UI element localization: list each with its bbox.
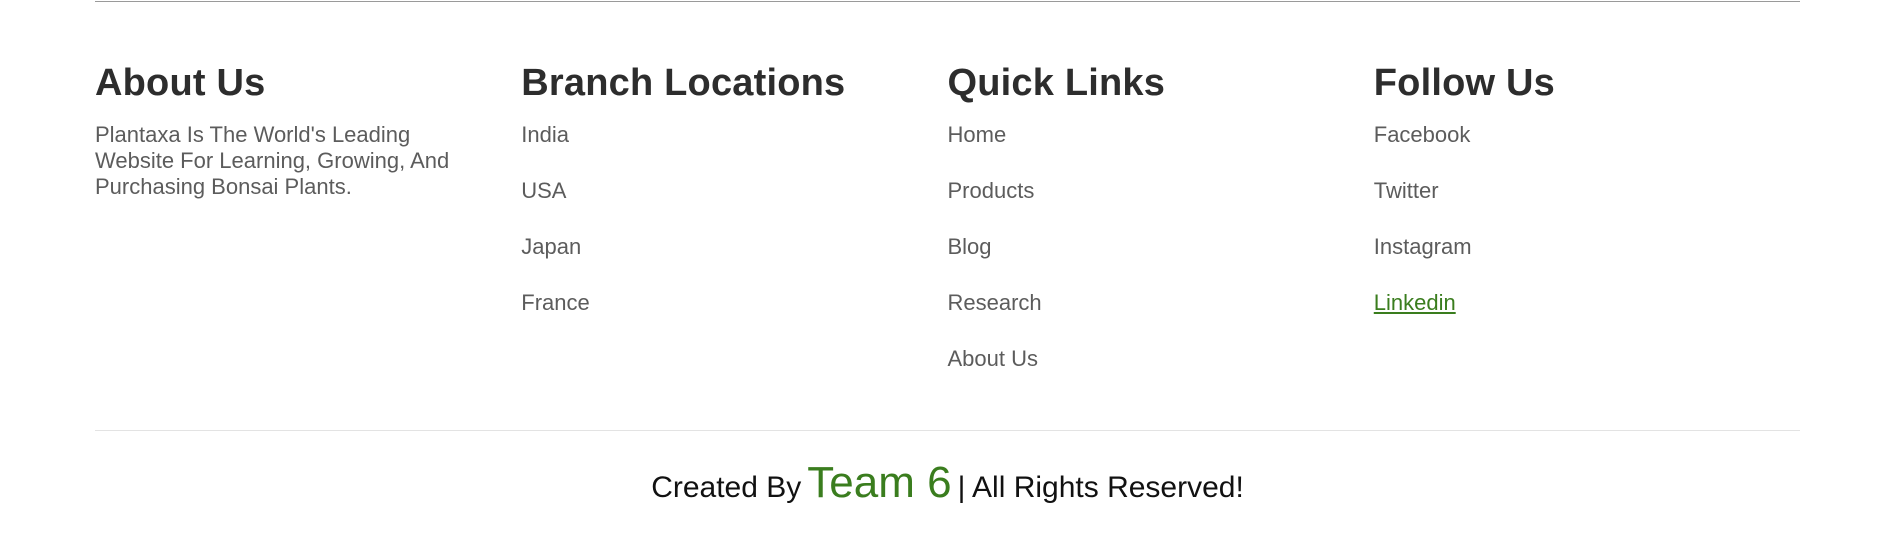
social-link-twitter[interactable]: Twitter [1374,178,1439,203]
quick-link-blog[interactable]: Blog [948,234,992,259]
list-item: Instagram [1374,234,1800,290]
list-item: India [521,122,947,178]
list-item: Linkedin [1374,290,1800,346]
about-heading: About Us [95,62,266,104]
quick-link-products[interactable]: Products [948,178,1035,203]
social-link-instagram[interactable]: Instagram [1374,234,1472,259]
quick-link-research[interactable]: Research [948,290,1042,315]
list-item: Japan [521,234,947,290]
list-item: Blog [948,234,1374,290]
social-link-linkedin[interactable]: Linkedin [1374,290,1456,315]
quick-links-list: Home Products Blog Research About Us [948,122,1374,402]
follow-us-heading: Follow Us [1373,62,1555,104]
list-item: France [521,290,947,346]
about-description: Plantaxa Is The World's Leading Website … [95,122,450,199]
social-links-list: Facebook Twitter Instagram Linkedin [1374,122,1800,346]
quick-links-heading: Quick Links [947,62,1166,104]
follow-us-column: Follow Us Facebook Twitter Instagram Lin… [1374,58,1800,402]
branch-locations-list: India USA Japan France [521,122,947,346]
credit-prefix: Created By [651,471,802,504]
team-name: Team 6 [807,458,952,507]
branch-link-france[interactable]: France [521,290,589,315]
list-item: USA [521,178,947,234]
branch-locations-column: Branch Locations India USA Japan France [521,58,947,402]
branch-locations-heading: Branch Locations [521,62,846,104]
list-item: Twitter [1374,178,1800,234]
quick-link-about-us[interactable]: About Us [948,346,1039,371]
list-item: Facebook [1374,122,1800,178]
credit-suffix: | All Rights Reserved! [957,471,1244,504]
branch-link-usa[interactable]: USA [521,178,566,203]
quick-links-column: Quick Links Home Products Blog Research … [948,58,1374,402]
branch-link-japan[interactable]: Japan [521,234,581,259]
about-column: About Us Plantaxa Is The World's Leading… [95,58,521,402]
footer-divider [95,430,1800,431]
list-item: Products [948,178,1374,234]
list-item: Home [948,122,1374,178]
site-footer: About Us Plantaxa Is The World's Leading… [95,0,1800,546]
branch-link-india[interactable]: India [521,122,569,147]
social-link-facebook[interactable]: Facebook [1374,122,1471,147]
list-item: Research [948,290,1374,346]
footer-columns: About Us Plantaxa Is The World's Leading… [95,58,1800,402]
list-item: About Us [948,346,1374,402]
quick-link-home[interactable]: Home [948,122,1007,147]
copyright-line: Created By Team 6 | All Rights Reserved! [95,458,1800,508]
